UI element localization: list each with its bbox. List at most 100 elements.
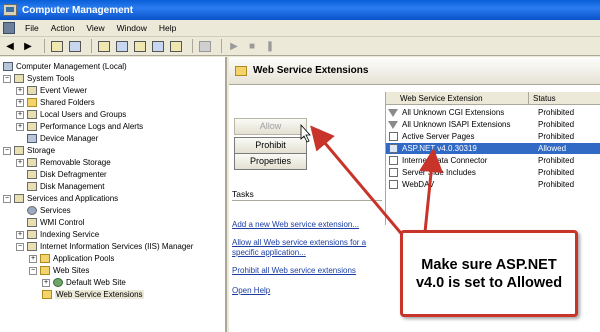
expand-icon[interactable]: + (42, 278, 50, 287)
collapse-icon[interactable]: − (3, 146, 11, 155)
tasks-divider (232, 200, 382, 201)
extension-status: Prohibited (538, 180, 575, 189)
expand-icon[interactable]: + (16, 122, 24, 131)
list-item-selected[interactable]: ASP.NET v4.0.30319 Allowed (386, 143, 600, 154)
refresh-icon[interactable] (115, 40, 129, 53)
extensions-list: Web Service Extension Status All Unknown… (385, 92, 600, 225)
computer-icon (3, 62, 13, 71)
extension-status: Prohibited (538, 156, 575, 165)
tree-item-removable-storage[interactable]: + Removable Storage (16, 157, 111, 168)
tree-item-iis-manager[interactable]: − Internet Information Services (IIS) Ma… (16, 241, 193, 252)
tree-item-shared-folders[interactable]: + Shared Folders (16, 97, 95, 108)
properties-icon[interactable] (97, 40, 111, 53)
panel-header: Web Service Extensions (229, 57, 600, 85)
performance-icon (27, 122, 37, 131)
collapse-icon[interactable]: − (3, 74, 11, 83)
menu-bar: File Action View Window Help (0, 20, 600, 37)
tree-item-web-service-extensions[interactable]: Web Service Extensions (42, 289, 144, 300)
expand-icon[interactable]: + (29, 254, 37, 263)
collapse-icon[interactable]: − (16, 242, 24, 251)
open-help-link[interactable]: Open Help (232, 286, 270, 296)
console-icon[interactable] (169, 40, 183, 53)
tree-item-label: Web Sites (53, 266, 90, 275)
mmc-icon[interactable] (3, 22, 15, 34)
column-header-status[interactable]: Status (533, 94, 556, 103)
menu-action[interactable]: Action (45, 23, 81, 33)
panel-title: Web Service Extensions (253, 65, 369, 76)
prohibit-button[interactable]: Prohibit (234, 137, 307, 154)
list-item[interactable]: All Unknown CGI Extensions Prohibited (386, 107, 600, 118)
collapse-icon[interactable]: − (29, 266, 37, 275)
back-icon[interactable]: ◀ (3, 40, 17, 53)
window-title: Computer Management (22, 4, 134, 16)
expand-icon[interactable]: + (16, 158, 24, 167)
tree-item-disk-defragmenter[interactable]: Disk Defragmenter (27, 169, 107, 180)
tree-item-disk-management[interactable]: Disk Management (27, 181, 104, 192)
list-item[interactable]: WebDAV Prohibited (386, 179, 600, 190)
collapse-icon[interactable]: − (3, 194, 11, 203)
tree-item-web-sites[interactable]: − Web Sites (29, 265, 89, 276)
prohibit-all-link[interactable]: Prohibit all Web service extensions (232, 266, 356, 276)
allow-all-for-app-link[interactable]: Allow all Web service extensions for a s… (232, 238, 372, 258)
extension-icon (389, 180, 398, 189)
up-folder-icon[interactable] (50, 40, 64, 53)
play-icon[interactable]: ▶ (227, 40, 241, 53)
menu-help[interactable]: Help (153, 23, 182, 33)
tree-item-application-pools[interactable]: + Application Pools (29, 253, 114, 264)
storage-icon (14, 146, 24, 155)
tree-item-services-applications[interactable]: − Services and Applications (3, 193, 118, 204)
list-item[interactable]: All Unknown ISAPI Extensions Prohibited (386, 119, 600, 130)
export-icon[interactable] (133, 40, 147, 53)
tree-item-computer-management[interactable]: Computer Management (Local) (3, 61, 127, 72)
console-tree-icon[interactable] (198, 40, 212, 53)
list-item[interactable]: Internet Data Connector Prohibited (386, 155, 600, 166)
show-hide-tree-icon[interactable] (68, 40, 82, 53)
menu-window[interactable]: Window (111, 23, 153, 33)
tree-item-label: Services and Applications (27, 194, 119, 203)
toolbar-separator (192, 39, 193, 53)
tree-item-wmi-control[interactable]: WMI Control (27, 217, 84, 228)
expand-icon[interactable]: + (16, 230, 24, 239)
tree-item-local-users-groups[interactable]: + Local Users and Groups (16, 109, 126, 120)
menu-file[interactable]: File (19, 23, 45, 33)
expand-icon[interactable]: + (16, 98, 24, 107)
tree-item-label: Web Service Extensions (55, 290, 144, 299)
allowed-extension-icon (389, 144, 398, 153)
tree-item-label: Storage (27, 146, 56, 155)
forward-icon[interactable]: ▶ (21, 40, 35, 53)
tree-item-services[interactable]: Services (27, 205, 71, 216)
list-item[interactable]: Server Side Includes Prohibited (386, 167, 600, 178)
disk-management-icon (27, 182, 37, 191)
toolbar-separator (91, 39, 92, 53)
extension-name: Internet Data Connector (402, 156, 488, 165)
tree-item-label: Removable Storage (40, 158, 111, 167)
expand-icon[interactable]: + (16, 86, 24, 95)
tree-item-indexing-service[interactable]: + Indexing Service (16, 229, 99, 240)
tree-item-device-manager[interactable]: Device Manager (27, 133, 98, 144)
tree-item-event-viewer[interactable]: + Event Viewer (16, 85, 87, 96)
column-divider[interactable] (528, 92, 529, 105)
tree-item-performance-logs[interactable]: + Performance Logs and Alerts (16, 121, 143, 132)
column-header-extension[interactable]: Web Service Extension (400, 94, 483, 103)
tree-item-label: Internet Information Services (IIS) Mana… (40, 242, 194, 251)
tree-item-system-tools[interactable]: − System Tools (3, 73, 74, 84)
expand-icon[interactable]: + (16, 110, 24, 119)
tree-item-label: System Tools (27, 74, 75, 83)
pause-icon[interactable]: ❚ (263, 40, 277, 53)
allow-button[interactable]: Allow (234, 118, 307, 135)
menu-view[interactable]: View (80, 23, 110, 33)
add-extension-link[interactable]: Add a new Web service extension... (232, 220, 359, 230)
stop-icon[interactable]: ■ (245, 40, 259, 53)
tree-item-default-web-site[interactable]: + Default Web Site (42, 277, 126, 288)
window-titlebar: Computer Management (0, 0, 600, 20)
tree-item-label: Local Users and Groups (40, 110, 127, 119)
device-manager-icon (27, 134, 37, 143)
properties-button[interactable]: Properties (234, 153, 307, 170)
help-icon[interactable] (151, 40, 165, 53)
folder-icon (40, 266, 50, 275)
tree-item-storage[interactable]: − Storage (3, 145, 55, 156)
iis-icon (27, 242, 37, 251)
folder-icon (235, 65, 247, 76)
tree-item-label: Indexing Service (40, 230, 100, 239)
list-item[interactable]: Active Server Pages Prohibited (386, 131, 600, 142)
